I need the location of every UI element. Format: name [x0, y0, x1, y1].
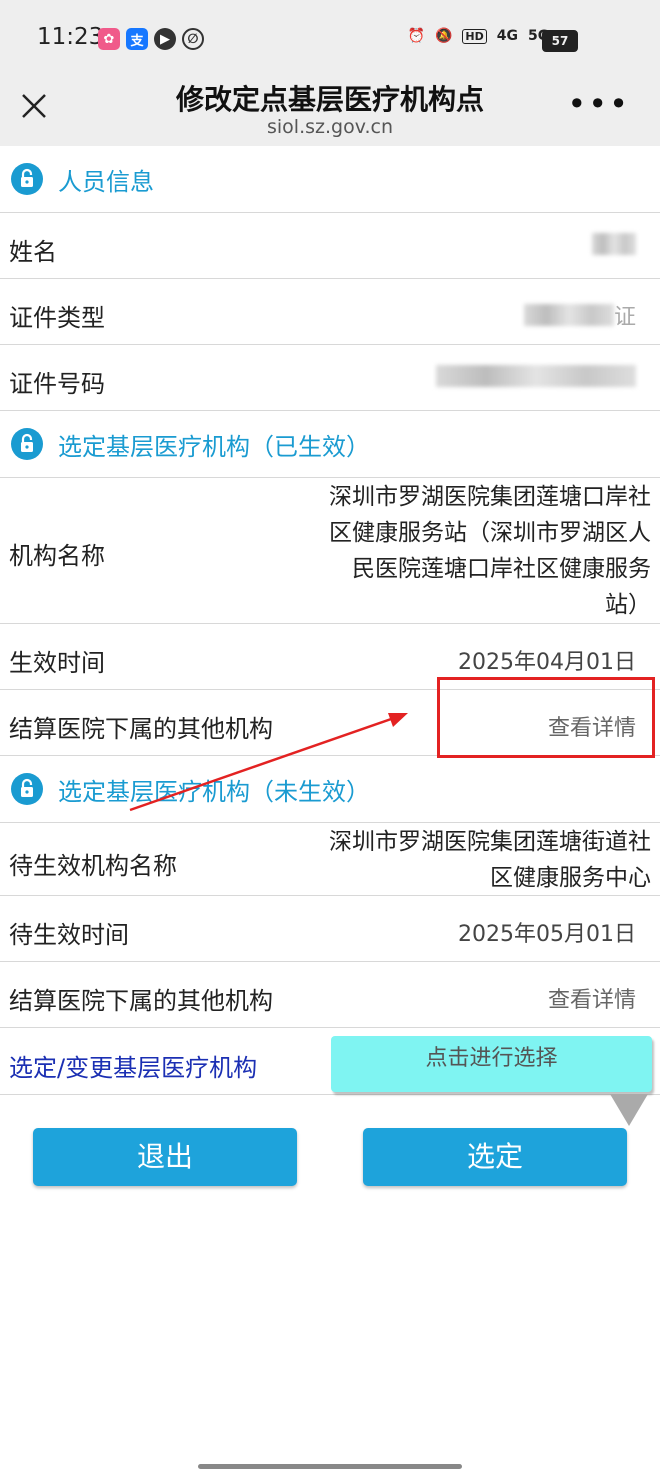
home-indicator[interactable] [198, 1464, 462, 1469]
annotation-arrow-icon [129, 713, 408, 812]
